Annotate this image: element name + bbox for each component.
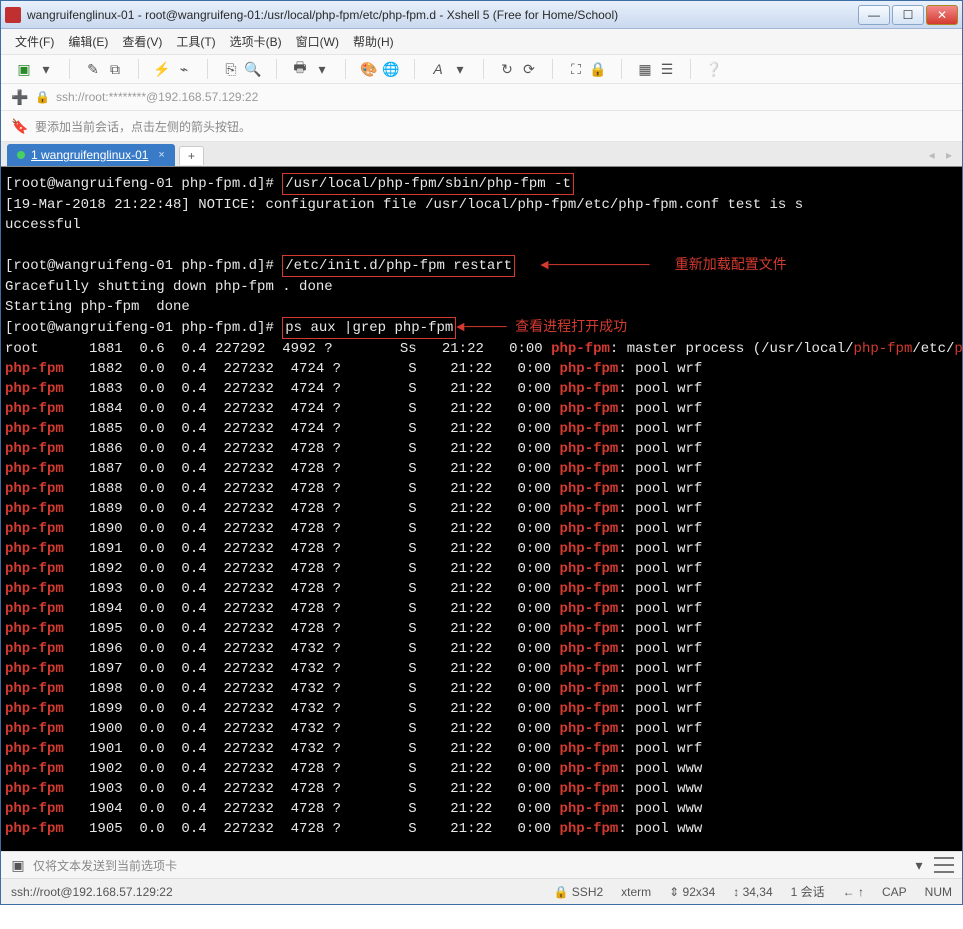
status-protocol: 🔒 SSH2 (554, 885, 604, 899)
menu-item[interactable]: 工具(T) (176, 33, 215, 50)
window-title: wangruifenglinux-01 - root@wangruifeng-0… (27, 8, 858, 22)
status-cursor: ↕ 34,34 (733, 885, 772, 899)
status-size: ⇕ 92x34 (669, 885, 715, 899)
address-bar: ➕ 🔒 ssh://root:********@192.168.57.129:2… (1, 84, 962, 111)
bookmark-icon[interactable]: 🔖 (11, 117, 29, 135)
menu-item[interactable]: 编辑(E) (68, 33, 108, 50)
terminal-icon[interactable]: ▣ (9, 856, 27, 874)
dropdown-icon[interactable]: ▾ (451, 60, 469, 78)
tab-add-button[interactable]: + (179, 146, 204, 165)
tab-session-1[interactable]: 1 wangruifenglinux-01 × (7, 144, 175, 166)
font-icon[interactable]: A (429, 60, 447, 78)
printer-icon[interactable]: 🖶 (291, 60, 309, 78)
copy-icon[interactable]: ⎘ (222, 60, 240, 78)
lock-icon[interactable]: 🔒 (589, 60, 607, 78)
tab-close-icon[interactable]: × (154, 149, 164, 161)
status-connection: ssh://root@192.168.57.129:22 (11, 885, 173, 899)
list-icon[interactable]: ☰ (658, 60, 676, 78)
dropdown-icon[interactable]: ▾ (313, 60, 331, 78)
app-icon (5, 7, 21, 23)
menu-icon[interactable] (934, 857, 954, 873)
tab-label: 1 wangruifenglinux-01 (31, 148, 148, 162)
menu-item[interactable]: 帮助(H) (353, 33, 394, 50)
menu-item[interactable]: 窗口(W) (296, 33, 339, 50)
terminal[interactable]: [root@wangruifeng-01 php-fpm.d]# /usr/lo… (1, 167, 962, 851)
titlebar: wangruifenglinux-01 - root@wangruifeng-0… (1, 1, 962, 29)
palette-icon[interactable]: 🎨 (360, 60, 378, 78)
close-button[interactable]: ✕ (926, 5, 958, 25)
hint-bar: 🔖 要添加当前会话，点击左侧的箭头按钮。 (1, 111, 962, 142)
disconnect-icon[interactable]: ⌁ (175, 60, 193, 78)
connect-icon[interactable]: ⚡ (153, 60, 171, 78)
help-icon[interactable]: ❔ (705, 60, 723, 78)
menu-item[interactable]: 文件(F) (15, 33, 54, 50)
sync-icon[interactable]: ⟳ (520, 60, 538, 78)
refresh-icon[interactable]: ↻ (498, 60, 516, 78)
highlight-icon[interactable]: ⧉ (106, 60, 124, 78)
send-bar: ▣ 仅将文本发送到当前选项卡 ▾ (1, 851, 962, 878)
tab-nav-arrows[interactable]: ◂ ▸ (929, 148, 956, 162)
grid-icon[interactable]: ▦ (636, 60, 654, 78)
status-bar: ssh://root@192.168.57.129:22 🔒 SSH2 xter… (1, 878, 962, 904)
menubar: 文件(F) 编辑(E) 查看(V) 工具(T) 选项卡(B) 窗口(W) 帮助(H) (1, 29, 962, 55)
hint-text: 要添加当前会话，点击左侧的箭头按钮。 (35, 118, 251, 135)
menu-item[interactable]: 选项卡(B) (230, 33, 282, 50)
globe-icon[interactable]: 🌐 (382, 60, 400, 78)
tabs: 1 wangruifenglinux-01 × + ◂ ▸ (1, 142, 962, 167)
send-input[interactable]: 仅将文本发送到当前选项卡 (33, 857, 904, 874)
status-num: NUM (925, 885, 952, 899)
menu-item[interactable]: 查看(V) (122, 33, 162, 50)
status-caps: CAP (882, 885, 907, 899)
status-transfer: ← ↑ (843, 885, 864, 899)
dropdown-icon[interactable]: ▾ (910, 856, 928, 874)
search-icon[interactable]: 🔍 (244, 60, 262, 78)
minimize-button[interactable]: — (858, 5, 890, 25)
pen-icon[interactable]: ✎ (84, 60, 102, 78)
dropdown-icon[interactable]: ▾ (37, 60, 55, 78)
status-termtype: xterm (621, 885, 651, 899)
status-sessions: 1 会话 (791, 883, 825, 900)
maximize-button[interactable]: ☐ (892, 5, 924, 25)
new-session-icon[interactable]: ▣ (15, 60, 33, 78)
address-text[interactable]: ssh://root:********@192.168.57.129:22 (56, 90, 258, 104)
lock-icon: 🔒 (35, 90, 50, 104)
fullscreen-icon[interactable]: ⛶ (567, 60, 585, 78)
status-dot-icon (17, 151, 25, 159)
toolbar: ▣▾ ✎⧉ ⚡⌁ ⎘🔍 🖶▾ 🎨🌐 A▾ ↻⟳ ⛶🔒 ▦☰ ❔ (1, 55, 962, 84)
plus-icon[interactable]: ➕ (11, 88, 29, 106)
